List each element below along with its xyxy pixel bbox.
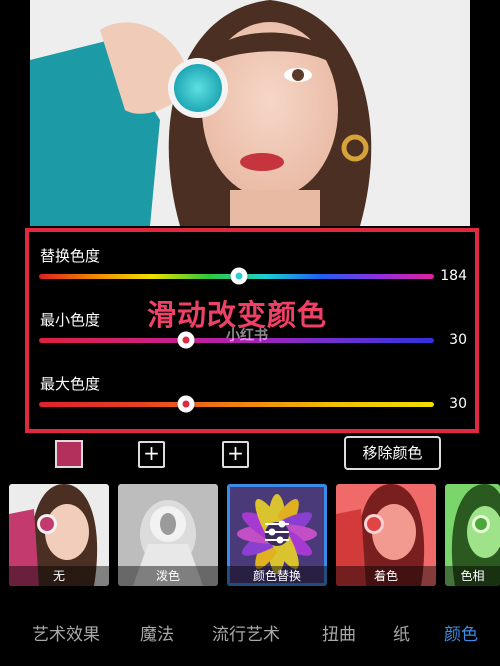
filter-color-replace-label: 颜色替换 [227, 566, 327, 586]
tab-magic[interactable]: 魔法 [140, 620, 174, 645]
color-replace-panel: 替换色度 184 最小色度 30 最大色度 30 滑动改变颜色 小红书 [25, 228, 479, 433]
filter-tint[interactable]: 着色 [336, 484, 436, 586]
replace-hue-value: 184 [440, 268, 467, 284]
tab-distort[interactable]: 扭曲 [322, 620, 356, 645]
filter-strip: 无 泼色 颜色替换 着色 色相 [0, 484, 500, 588]
filter-tint-label: 着色 [336, 566, 436, 586]
replace-hue-thumb[interactable] [230, 267, 248, 285]
max-hue-thumb[interactable] [177, 395, 195, 413]
min-hue-thumb[interactable] [177, 331, 195, 349]
photo-preview [30, 0, 470, 226]
max-hue-value: 30 [449, 396, 467, 412]
tab-art-effects[interactable]: 艺术效果 [32, 620, 100, 645]
filter-color-replace[interactable]: 颜色替换 [227, 484, 327, 586]
filter-hue[interactable]: 色相 [445, 484, 500, 586]
filter-splash[interactable]: 泼色 [118, 484, 218, 586]
color-swatch[interactable] [55, 440, 83, 468]
add-color-button-1[interactable]: + [138, 441, 165, 468]
category-tabs: 艺术效果 魔法 流行艺术 扭曲 纸 颜色 [0, 620, 500, 650]
filter-splash-label: 泼色 [118, 566, 218, 586]
filter-none[interactable]: 无 [9, 484, 109, 586]
tab-color[interactable]: 颜色 [444, 620, 478, 645]
filter-none-label: 无 [9, 566, 109, 586]
remove-color-button[interactable]: 移除颜色 [344, 436, 441, 470]
tab-pop-art[interactable]: 流行艺术 [212, 620, 280, 645]
sliders-icon [265, 520, 289, 544]
max-hue-track[interactable] [39, 402, 434, 407]
min-hue-value: 30 [449, 332, 467, 348]
slider-label-replace-hue: 替换色度 [40, 247, 101, 265]
watermark: 小红书 [226, 328, 268, 344]
slider-label-min-hue: 最小色度 [40, 311, 101, 329]
filter-hue-label: 色相 [445, 566, 500, 586]
tab-paper[interactable]: 纸 [393, 620, 410, 645]
slider-label-max-hue: 最大色度 [40, 375, 101, 393]
add-color-button-2[interactable]: + [222, 441, 249, 468]
